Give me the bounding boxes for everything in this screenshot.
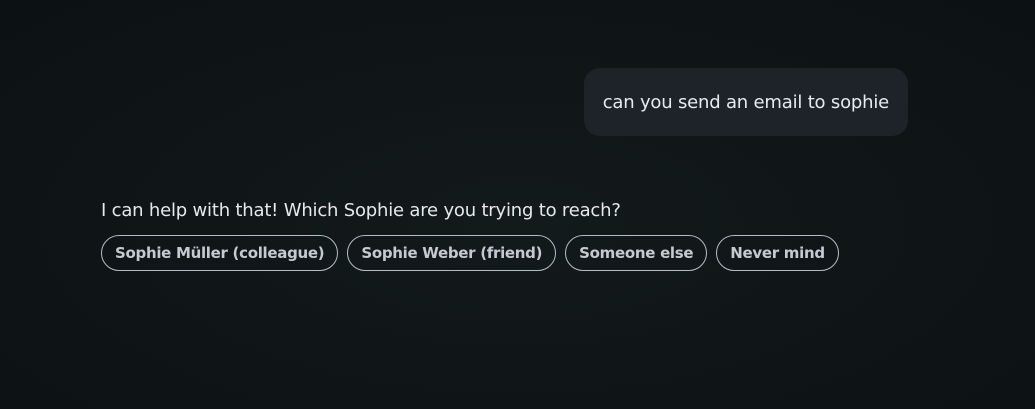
chat-area: can you send an email to sophie I can he… [0,0,1035,409]
option-sophie-weber-button[interactable]: Sophie Weber (friend) [347,235,557,271]
quick-reply-options: Sophie Müller (colleague) Sophie Weber (… [101,235,839,271]
user-message-text: can you send an email to sophie [602,91,889,113]
assistant-message-text: I can help with that! Which Sophie are y… [101,200,621,221]
option-someone-else-button[interactable]: Someone else [565,235,708,271]
option-sophie-muller-button[interactable]: Sophie Müller (colleague) [101,235,339,271]
assistant-message: I can help with that! Which Sophie are y… [101,199,839,271]
user-message-bubble: can you send an email to sophie [583,68,908,136]
option-never-mind-button[interactable]: Never mind [716,235,839,271]
